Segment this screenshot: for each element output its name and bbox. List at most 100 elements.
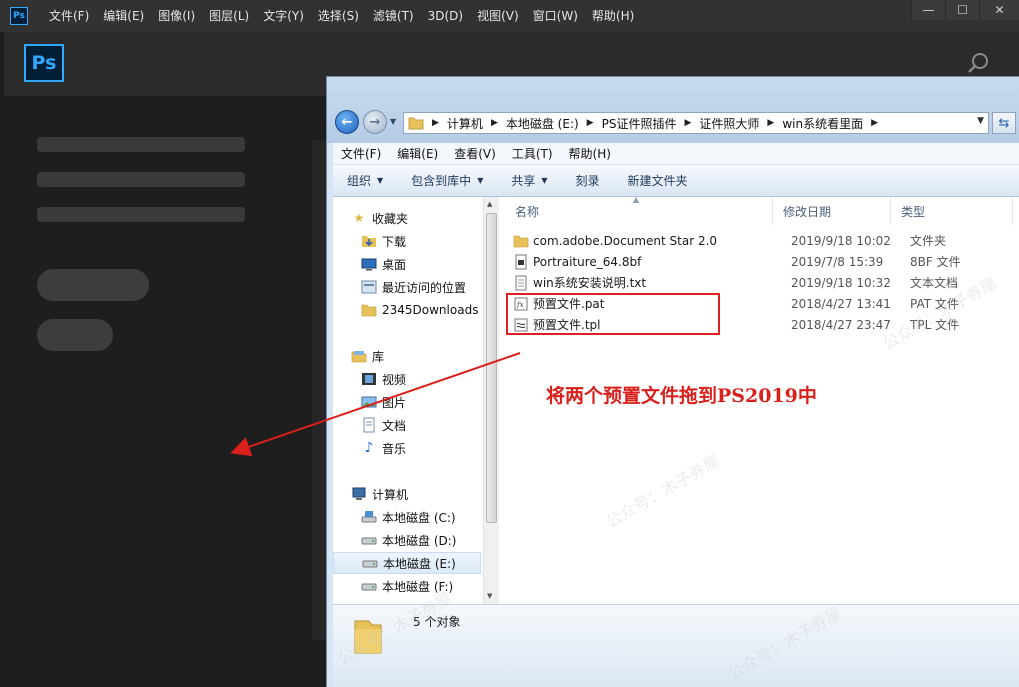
include-library-button[interactable]: 包含到库中 ▼ — [397, 172, 497, 189]
ps-menu-file[interactable]: 文件(F) — [42, 0, 96, 32]
breadcrumb-separator-icon[interactable]: ▶ — [863, 118, 886, 128]
nav-item-downloads[interactable]: 下载 — [333, 230, 481, 252]
breadcrumb-separator-icon[interactable]: ▶ — [424, 118, 447, 128]
music-note-icon: ♪ — [364, 440, 374, 456]
nav-item-music[interactable]: ♪ 音乐 — [333, 437, 481, 459]
file-type: 文本文档 — [910, 276, 959, 290]
ps-menu-image[interactable]: 图像(I) — [151, 0, 202, 32]
column-header-type[interactable]: 类型 — [891, 197, 1013, 225]
plugin-file-icon — [515, 254, 527, 269]
nav-drive-d[interactable]: 本地磁盘 (D:) — [333, 529, 481, 551]
maximize-button[interactable]: ☐ — [945, 0, 979, 20]
folder-icon — [361, 304, 377, 317]
breadcrumb-separator-icon[interactable]: ▶ — [676, 118, 699, 128]
address-dropdown-icon[interactable]: ▼ — [977, 116, 984, 126]
library-icon — [351, 351, 367, 363]
organize-button[interactable]: 组织 ▼ — [333, 172, 397, 189]
explorer-menu-help[interactable]: 帮助(H) — [561, 145, 619, 162]
ps-menubar: 文件(F) 编辑(E) 图像(I) 图层(L) 文字(Y) 选择(S) 滤镜(T… — [42, 0, 641, 32]
nav-computer-label: 计算机 — [372, 487, 409, 502]
history-dropdown-icon[interactable]: ▼ — [390, 117, 396, 126]
nav-favorites-label: 收藏夹 — [372, 211, 409, 226]
refresh-icon: ⇆ — [998, 115, 1010, 131]
new-folder-button[interactable]: 新建文件夹 — [614, 172, 702, 189]
nav-item-label: 桌面 — [382, 257, 407, 272]
recent-places-icon — [361, 280, 377, 294]
column-header-date[interactable]: 修改日期 — [773, 197, 891, 225]
ps-menu-filter[interactable]: 滤镜(T) — [366, 0, 421, 32]
nav-item-label: 本地磁盘 (C:) — [382, 510, 456, 525]
breadcrumb-drive-e[interactable]: 本地磁盘 (E:) — [506, 115, 579, 132]
navigation-scrollbar[interactable]: ▲ ▼ — [483, 197, 499, 604]
ps-menu-select[interactable]: 选择(S) — [311, 0, 366, 32]
file-date: 2018/4/27 23:47 — [791, 317, 891, 332]
nav-item-documents[interactable]: 文档 — [333, 414, 481, 436]
ps-home-logo[interactable]: Ps — [24, 44, 64, 82]
nav-item-videos[interactable]: 视频 — [333, 368, 481, 390]
file-row[interactable]: win系统安装说明.txt 2019/9/18 10:32 文本文档 — [513, 272, 1013, 293]
breadcrumb-current-folder[interactable]: win系统看里面 — [782, 115, 863, 132]
skeleton-button — [37, 319, 113, 351]
ps-menu-view[interactable]: 视图(V) — [470, 0, 526, 32]
pictures-icon — [361, 396, 377, 408]
nav-drive-e[interactable]: 本地磁盘 (E:) — [333, 552, 481, 574]
back-arrow-icon: ← — [341, 114, 353, 130]
explorer-menu-file[interactable]: 文件(F) — [333, 145, 389, 162]
address-bar[interactable]: ▶ 计算机 ▶ 本地磁盘 (E:) ▶ PS证件照插件 ▶ 证件照大师 ▶ wi… — [403, 112, 989, 134]
nav-item-label: 本地磁盘 (F:) — [382, 579, 454, 594]
explorer-menu-edit[interactable]: 编辑(E) — [389, 145, 446, 162]
file-type: 文件夹 — [910, 234, 947, 248]
chevron-down-icon: ▼ — [541, 176, 548, 185]
breadcrumb-separator-icon[interactable]: ▶ — [759, 118, 782, 128]
file-type: TPL 文件 — [910, 318, 960, 332]
nav-drive-f[interactable]: 本地磁盘 (F:) — [333, 575, 481, 597]
file-row[interactable]: com.adobe.Document Star 2.0 2019/9/18 10… — [513, 230, 1013, 251]
ps-menu-help[interactable]: 帮助(H) — [585, 0, 641, 32]
ps-menu-3d[interactable]: 3D(D) — [421, 0, 470, 32]
scroll-up-icon[interactable]: ▲ — [487, 200, 492, 208]
breadcrumb-computer[interactable]: 计算机 — [447, 115, 483, 132]
explorer-menu-view[interactable]: 查看(V) — [446, 145, 504, 162]
ps-app-icon[interactable]: Ps — [10, 7, 28, 25]
scroll-down-icon[interactable]: ▼ — [487, 592, 492, 600]
ps-titlebar: Ps 文件(F) 编辑(E) 图像(I) 图层(L) 文字(Y) 选择(S) 滤… — [0, 0, 1019, 32]
breadcrumb-plugin-folder[interactable]: PS证件照插件 — [602, 115, 677, 132]
nav-library[interactable]: 库 — [333, 345, 481, 367]
chevron-down-icon: ▼ — [477, 176, 484, 185]
ps-menu-window[interactable]: 窗口(W) — [526, 0, 585, 32]
hard-drive-icon — [361, 537, 377, 545]
nav-item-recent[interactable]: 最近访问的位置 — [333, 276, 481, 298]
nav-item-pictures[interactable]: 图片 — [333, 391, 481, 413]
nav-item-2345downloads[interactable]: 2345Downloads — [333, 299, 481, 321]
minimize-button[interactable]: — — [911, 0, 945, 20]
skeleton-line — [37, 172, 245, 187]
nav-item-desktop[interactable]: 桌面 — [333, 253, 481, 275]
file-row[interactable]: Portraiture_64.8bf 2019/7/8 15:39 8BF 文件 — [513, 251, 1013, 272]
search-icon[interactable] — [967, 52, 989, 74]
hard-drive-icon — [362, 560, 378, 568]
scrollbar-thumb[interactable] — [486, 213, 497, 523]
nav-drive-c[interactable]: 本地磁盘 (C:) — [333, 506, 481, 528]
explorer-menu-tools[interactable]: 工具(T) — [504, 145, 561, 162]
text-file-icon — [515, 275, 527, 290]
ps-menu-type[interactable]: 文字(Y) — [256, 0, 311, 32]
breadcrumb-master-folder[interactable]: 证件照大师 — [699, 115, 759, 132]
breadcrumb-separator-icon[interactable]: ▶ — [579, 118, 602, 128]
ps-menu-edit[interactable]: 编辑(E) — [96, 0, 151, 32]
nav-favorites[interactable]: ★ 收藏夹 — [333, 207, 481, 229]
ps-menu-layer[interactable]: 图层(L) — [202, 0, 256, 32]
close-button[interactable]: ✕ — [979, 0, 1019, 20]
forward-button[interactable]: → — [363, 110, 387, 134]
back-button[interactable]: ← — [335, 110, 359, 134]
burn-button[interactable]: 刻录 — [562, 172, 614, 189]
explorer-menubar: 文件(F) 编辑(E) 查看(V) 工具(T) 帮助(H) — [333, 143, 1019, 165]
share-button[interactable]: 共享 ▼ — [497, 172, 561, 189]
nav-computer[interactable]: 计算机 — [333, 483, 481, 505]
star-icon: ★ — [353, 211, 365, 225]
skeleton-line — [37, 207, 245, 222]
refresh-button[interactable]: ⇆ — [992, 112, 1016, 134]
breadcrumb-separator-icon[interactable]: ▶ — [483, 118, 506, 128]
column-header-name[interactable]: 名称 — [505, 197, 773, 225]
share-label: 共享 — [511, 174, 536, 188]
ps-scrollbar[interactable] — [312, 140, 326, 640]
